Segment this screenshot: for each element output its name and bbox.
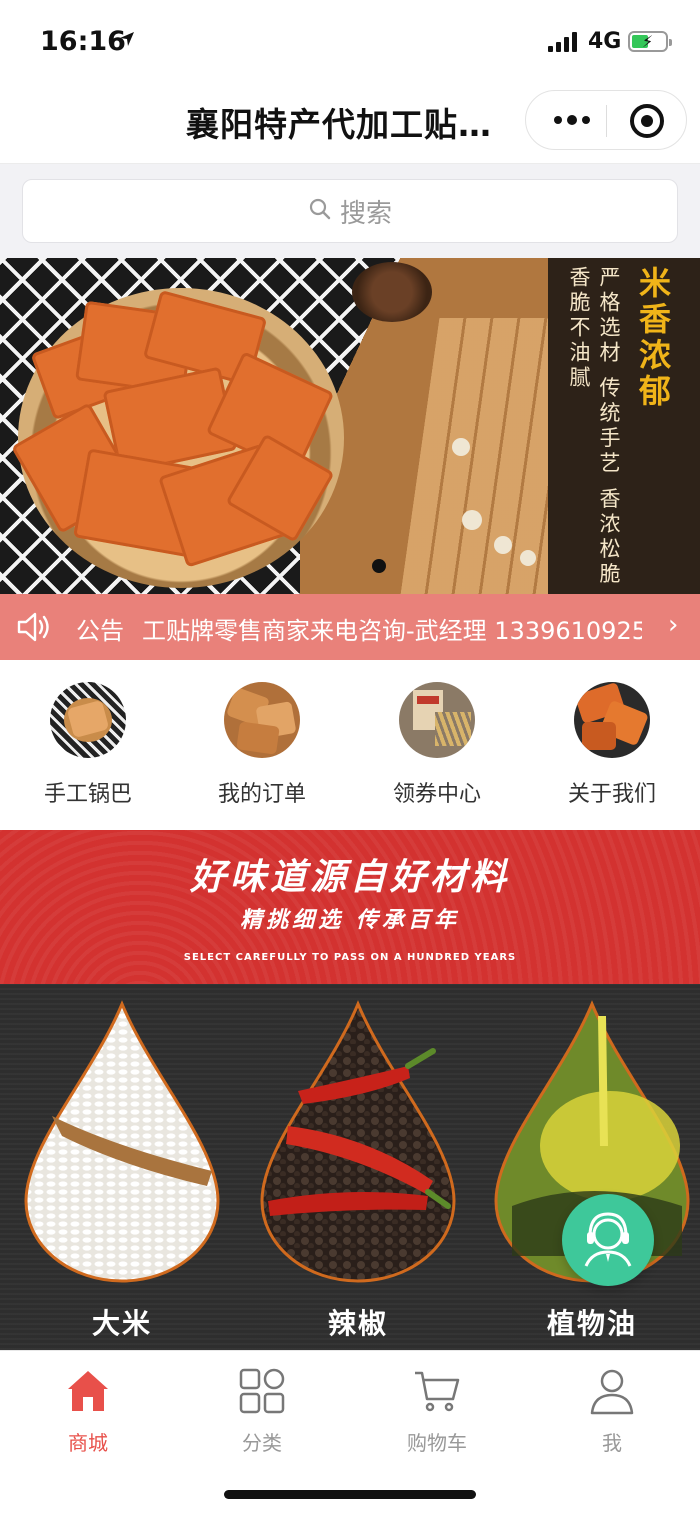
quick-menu: 手工锅巴 我的订单 领券中心 关于我们 xyxy=(0,660,700,830)
quick-menu-label: 手工锅巴 xyxy=(43,782,132,807)
ingredient-name: 植物油 xyxy=(546,1307,637,1340)
location-arrow-icon xyxy=(118,30,136,52)
search-section: 搜索 xyxy=(0,164,700,258)
chili-drop-image[interactable] xyxy=(258,996,458,1286)
miniprogram-capsule xyxy=(525,90,687,150)
ingredient-name: 辣椒 xyxy=(327,1307,388,1340)
signal-icon xyxy=(548,32,580,52)
banner-headline: 米香浓郁 xyxy=(634,266,672,410)
more-dot-icon xyxy=(567,115,577,125)
banner-line2: 香脆不油腻 xyxy=(567,266,591,391)
notice-message: 工贴牌零售商家来电咨询-武经理 13396109255 xyxy=(142,617,642,645)
banner-carousel[interactable]: 米香浓郁 严格选材 传统手艺 香浓松脆 香脆不油腻 xyxy=(0,258,700,594)
tab-mall[interactable]: 商城 xyxy=(18,1367,158,1457)
quick-menu-about-us[interactable]: 关于我们 xyxy=(542,682,682,822)
shopping-cart-icon xyxy=(413,1367,461,1415)
battery-icon: ⚡ xyxy=(628,31,672,52)
rice-drop-image[interactable] xyxy=(22,996,222,1286)
capsule-divider xyxy=(606,105,607,137)
status-time: 16:16 xyxy=(40,26,126,57)
tab-label: 我 xyxy=(602,1431,622,1455)
orders-thumbnail-icon xyxy=(224,682,300,758)
banner-line1: 严格选材 传统手艺 香浓松脆 xyxy=(597,266,621,588)
tab-label: 分类 xyxy=(242,1431,282,1455)
more-dot-icon xyxy=(554,116,562,124)
quick-menu-handmade-guoba[interactable]: 手工锅巴 xyxy=(18,682,158,822)
dried-flower-image xyxy=(494,536,512,554)
home-icon xyxy=(64,1367,112,1415)
tab-label: 商城 xyxy=(68,1431,108,1455)
more-dot-icon xyxy=(582,116,590,124)
tab-cart[interactable]: 购物车 xyxy=(367,1367,507,1457)
coupon-thumbnail-icon xyxy=(399,682,475,758)
chevron-right-icon: › xyxy=(668,610,679,640)
search-input[interactable]: 搜索 xyxy=(22,179,678,243)
quick-menu-my-orders[interactable]: 我的订单 xyxy=(192,682,332,822)
close-miniprogram-button[interactable] xyxy=(630,104,664,138)
pinecone-image xyxy=(352,262,432,322)
user-icon xyxy=(588,1367,636,1415)
category-grid-icon xyxy=(238,1367,286,1415)
dried-flower-image xyxy=(452,438,470,456)
search-placeholder: 搜索 xyxy=(339,198,392,229)
ingredients-section: 大米 辣椒 植物油 xyxy=(0,984,700,1350)
quick-menu-label: 我的订单 xyxy=(217,782,306,807)
headset-agent-icon xyxy=(584,1212,632,1267)
tab-label: 购物车 xyxy=(407,1431,467,1455)
home-indicator[interactable] xyxy=(224,1490,476,1499)
promo-banner: 好味道源自好材料 精挑细选 传承百年 SELECT CAREFULLY TO P… xyxy=(0,830,700,984)
status-bar: 16:16 4G ⚡ xyxy=(0,0,700,88)
carousel-indicator[interactable] xyxy=(372,559,386,573)
dried-flower-image xyxy=(520,550,536,566)
guoba-thumbnail-icon xyxy=(50,682,126,758)
customer-service-button[interactable] xyxy=(562,1194,654,1286)
quick-menu-label: 关于我们 xyxy=(567,782,656,807)
ingredient-name: 大米 xyxy=(91,1307,152,1340)
page-title: 襄阳特产代加工贴… xyxy=(186,105,492,144)
tab-category[interactable]: 分类 xyxy=(192,1367,332,1457)
quick-menu-coupon-center[interactable]: 领券中心 xyxy=(367,682,507,822)
promo-subtitle: 精挑细选 传承百年 xyxy=(240,907,460,933)
more-menu-button[interactable] xyxy=(546,104,598,136)
dried-flower-image xyxy=(462,510,482,530)
quick-menu-label: 领券中心 xyxy=(392,782,481,807)
promo-english: SELECT CAREFULLY TO PASS ON A HUNDRED YE… xyxy=(183,952,517,963)
nav-bar: 襄阳特产代加工贴… xyxy=(0,88,700,164)
promo-title: 好味道源自好材料 xyxy=(189,856,510,898)
tab-me[interactable]: 我 xyxy=(542,1367,682,1457)
notice-bar[interactable]: 公告 工贴牌零售商家来电咨询-武经理 13396109255 › xyxy=(0,594,700,660)
search-icon xyxy=(308,197,332,225)
about-thumbnail-icon xyxy=(574,682,650,758)
network-type: 4G xyxy=(588,29,622,54)
notice-label: 公告 xyxy=(76,617,124,645)
speaker-icon xyxy=(16,610,54,648)
